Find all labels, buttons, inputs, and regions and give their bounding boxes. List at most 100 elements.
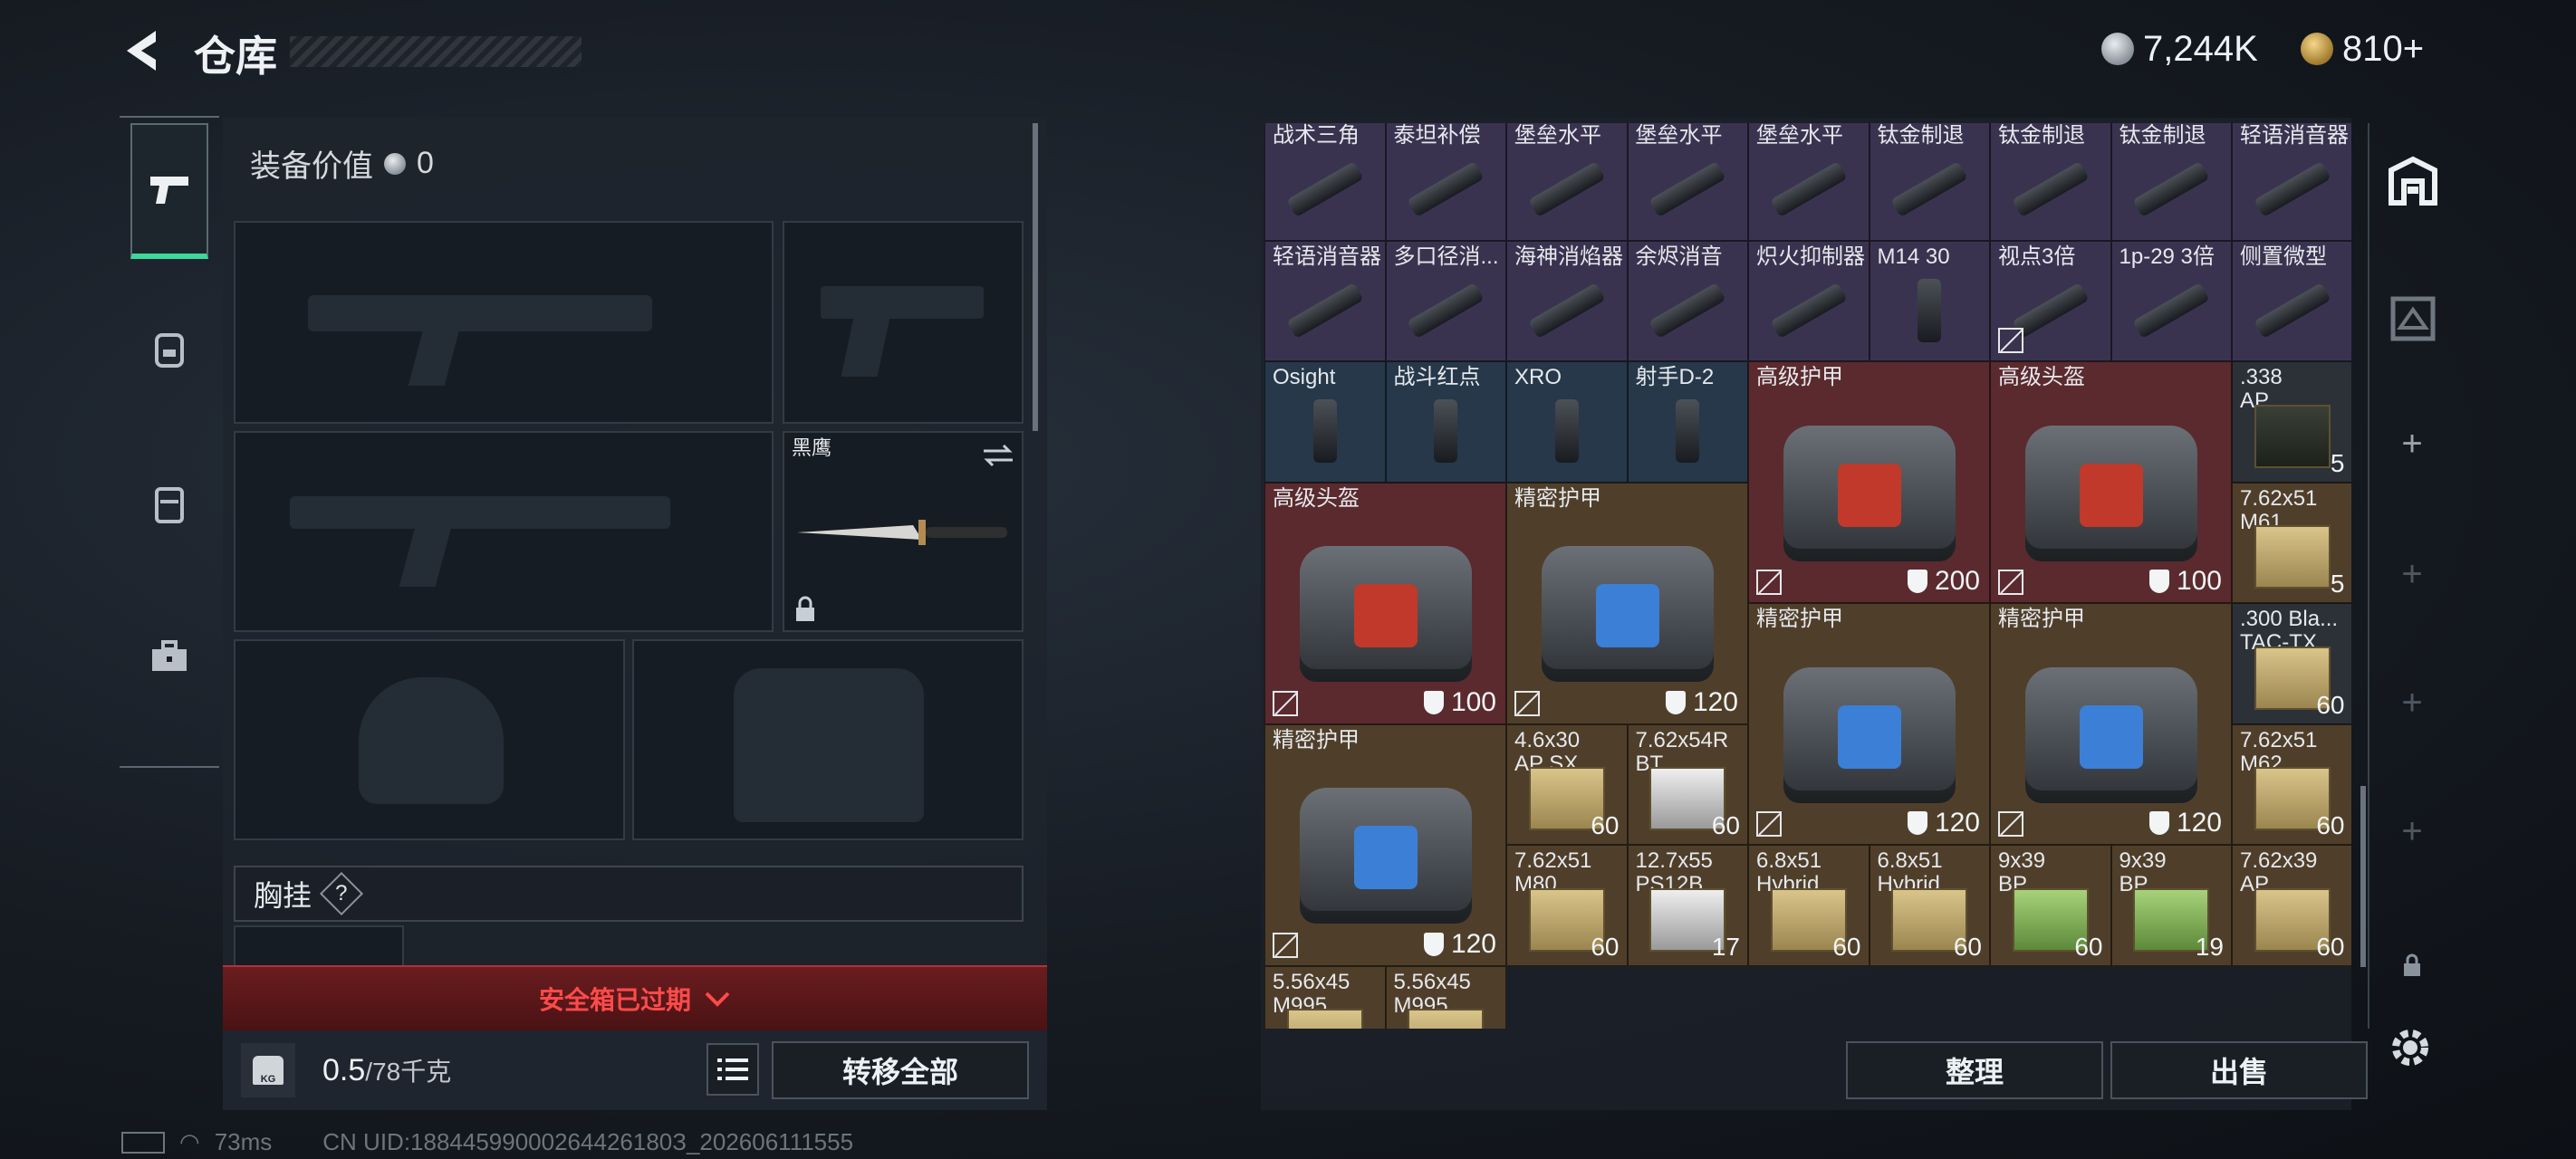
inventory-item[interactable]: 高级头盔 100 — [1264, 482, 1506, 724]
inventory-item[interactable]: 6.8x51 Hybrid 60 — [1748, 845, 1870, 966]
helmet-slot[interactable] — [234, 639, 625, 840]
inventory-item[interactable]: 高级护甲 200 — [1748, 361, 1990, 603]
item-name: 高级头盔 — [1273, 485, 1360, 511]
inventory-item[interactable]: 堡垒水平 — [1506, 123, 1628, 241]
settings-button[interactable] — [2386, 1023, 2435, 1072]
inventory-item[interactable]: 7.62x51 M61 5 — [2232, 482, 2351, 603]
not-sellable-icon — [1273, 932, 1298, 958]
inventory-item[interactable]: 堡垒水平 — [1627, 123, 1748, 241]
inventory-item[interactable]: 高级头盔 100 — [1990, 361, 2232, 603]
inventory-item[interactable]: .300 Bla... TAC-TX 60 — [2232, 603, 2351, 724]
body-armor-slot[interactable] — [632, 639, 1024, 840]
ammo-box-icon — [2254, 404, 2331, 468]
tab-armor[interactable] — [130, 436, 208, 572]
inventory-item[interactable]: 12.7x55 PS12B 17 — [1627, 845, 1748, 966]
chest-rig-item-slot[interactable] — [234, 925, 404, 965]
ammo-box-icon — [1408, 1009, 1485, 1029]
inventory-item[interactable]: 5.56x45 M995 — [1264, 965, 1386, 1029]
item-quantity: 19 — [2195, 932, 2224, 961]
storage-page-1[interactable] — [2386, 154, 2440, 208]
item-name: 炽火抑制器 — [1756, 244, 1865, 269]
attachment-icon — [1286, 161, 1364, 218]
help-icon[interactable]: ? — [319, 871, 364, 916]
capacity-total: /78千克 — [365, 1058, 452, 1086]
sell-button[interactable]: 出售 — [2110, 1041, 2368, 1099]
melee-slot[interactable]: 黑鹰 — [783, 431, 1024, 632]
add-storage-page-button[interactable]: + — [2369, 811, 2455, 852]
gear-icon — [2392, 1030, 2428, 1066]
inventory-item[interactable]: 余烬消音 — [1627, 240, 1748, 361]
inventory-item[interactable]: 1p-29 3倍 — [2110, 240, 2232, 361]
inventory-item[interactable]: 4.6x30 AP SX 60 — [1506, 723, 1628, 845]
attachment-icon — [1286, 282, 1364, 339]
inventory-scrollbar[interactable] — [2360, 786, 2366, 967]
inventory-item[interactable]: 精密护甲 120 — [1990, 603, 2232, 845]
inventory-item[interactable]: 钛金制退 — [2110, 123, 2232, 241]
item-quantity: 60 — [2316, 690, 2345, 719]
inventory-item[interactable]: 侧置微型 — [2232, 240, 2351, 361]
tab-backpack[interactable] — [130, 281, 208, 417]
inventory-item[interactable]: 轻语消音器 — [2232, 123, 2351, 241]
tab-weapons[interactable] — [130, 123, 208, 259]
item-quantity: 60 — [2316, 811, 2345, 839]
safe-box-expired-banner[interactable]: 安全箱已过期 — [223, 965, 1047, 1030]
item-name: 多口径消... — [1393, 244, 1499, 269]
secondary-weapon-slot[interactable] — [234, 431, 774, 632]
inventory-item[interactable]: Osight — [1264, 361, 1386, 483]
item-name: 战术三角 — [1273, 123, 1360, 148]
item-name: 堡垒水平 — [1756, 123, 1843, 148]
storage-page-2[interactable] — [2388, 293, 2438, 344]
inventory-item[interactable]: 5.56x45 M995 — [1385, 965, 1506, 1029]
inventory-item[interactable]: 7.62x51 M80 60 — [1506, 845, 1628, 966]
inventory-item[interactable]: 炽火抑制器 — [1748, 240, 1870, 361]
back-button[interactable] — [120, 25, 167, 76]
gold-amount: 810+ — [2342, 28, 2425, 69]
add-storage-page-button[interactable]: + — [2369, 683, 2455, 723]
tab-toolbox[interactable] — [130, 589, 208, 724]
inventory-item[interactable]: .338 AP 5 — [2232, 361, 2351, 483]
add-storage-page-button[interactable]: + — [2369, 424, 2455, 465]
pistol-slot[interactable] — [783, 221, 1024, 424]
attachment-icon — [1676, 399, 1700, 464]
capacity-readout: 0.5/78千克 — [322, 1052, 451, 1088]
inventory-item[interactable]: 海神消焰器 — [1506, 240, 1628, 361]
inventory-item[interactable]: 战术三角 — [1264, 123, 1386, 241]
inventory-item[interactable]: 轻语消音器 — [1264, 240, 1386, 361]
inventory-item[interactable]: 多口径消... — [1385, 240, 1506, 361]
inventory-item[interactable]: 7.62x39 AP 60 — [2232, 845, 2351, 966]
item-name: 精密护甲 — [1756, 607, 1843, 631]
inventory-item[interactable]: XRO — [1506, 361, 1628, 483]
inventory-item[interactable]: 射手D-2 — [1627, 361, 1748, 483]
primary-weapon-slot[interactable] — [234, 221, 774, 424]
inventory-item[interactable]: 泰坦补偿 — [1385, 123, 1506, 241]
item-quantity: 5 — [2330, 448, 2345, 477]
inventory-item[interactable]: 6.8x51 Hybrid 60 — [1869, 845, 1990, 966]
inventory-item[interactable]: 钛金制退 — [1869, 123, 1990, 241]
add-storage-page-button[interactable]: + — [2369, 554, 2455, 595]
inventory-item[interactable]: M14 30 — [1869, 240, 1990, 361]
item-name: 钛金制退 — [2119, 123, 2206, 148]
attachment-icon — [2254, 161, 2331, 218]
list-view-button[interactable] — [706, 1043, 759, 1096]
swap-icon[interactable] — [982, 442, 1014, 469]
attachment-icon — [1528, 161, 1606, 218]
item-name: 1p-29 3倍 — [2119, 244, 2215, 269]
inventory-item[interactable]: 精密护甲 120 — [1506, 482, 1748, 724]
shield-icon — [2148, 811, 2169, 835]
gold-currency[interactable]: 810+ — [2301, 27, 2424, 71]
item-name: 精密护甲 — [1998, 607, 2085, 631]
transfer-all-button[interactable]: 转移全部 — [772, 1041, 1029, 1099]
inventory-item[interactable]: 钛金制退 — [1990, 123, 2111, 241]
inventory-item[interactable]: 堡垒水平 — [1748, 123, 1870, 241]
inventory-item[interactable]: 9x39 BP 60 — [1990, 845, 2111, 966]
inventory-item[interactable]: 精密护甲 120 — [1264, 723, 1506, 966]
inventory-item[interactable]: 视点3倍 — [1990, 240, 2111, 361]
inventory-item[interactable]: 精密护甲 120 — [1748, 603, 1990, 845]
inventory-item[interactable]: 7.62x51 M62 60 — [2232, 723, 2351, 845]
inventory-item[interactable]: 7.62x54R BT 60 — [1627, 723, 1748, 845]
equipment-scrollbar[interactable] — [1033, 123, 1038, 431]
chest-rig-slot[interactable]: 胸挂 ? — [234, 866, 1024, 922]
inventory-item[interactable]: 战斗红点 — [1385, 361, 1506, 483]
inventory-item[interactable]: 9x39 BP 19 — [2110, 845, 2232, 966]
sort-button[interactable]: 整理 — [1846, 1041, 2103, 1099]
